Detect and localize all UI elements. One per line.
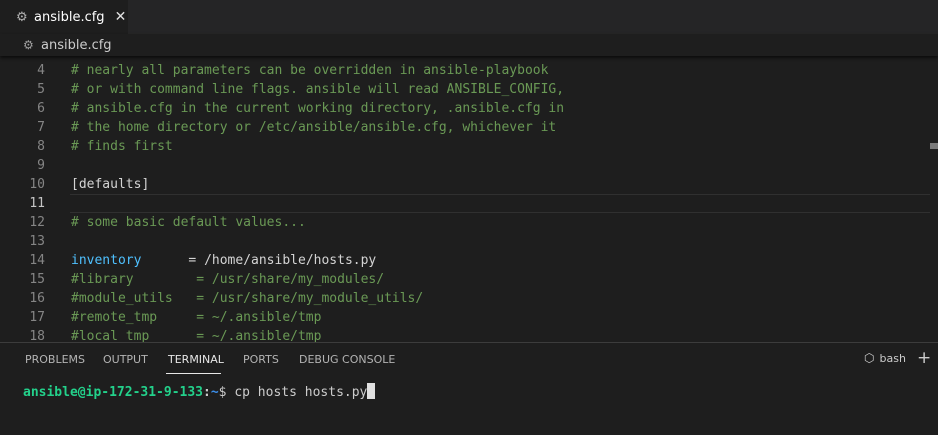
- code-line[interactable]: 9: [0, 156, 938, 175]
- code-line[interactable]: 7 # the home directory or /etc/ansible/an…: [0, 118, 938, 137]
- tab-ansible-cfg[interactable]: ⚙ ansible.cfg ✕: [0, 0, 128, 34]
- gear-icon: ⚙: [16, 9, 28, 25]
- line-code: [defaults]: [71, 175, 149, 194]
- tab-debug-console[interactable]: DEBUG CONSOLE: [299, 353, 395, 366]
- breadcrumb-file[interactable]: ansible.cfg: [41, 38, 112, 53]
- tab-bar: ⚙ ansible.cfg ✕: [0, 0, 938, 34]
- terminal-path: ~: [210, 385, 219, 400]
- line-code: #remote_tmp = ~/.ansible/tmp: [71, 308, 321, 327]
- line-code: # finds first: [71, 137, 173, 156]
- tab-problems[interactable]: PROBLEMS: [25, 353, 85, 366]
- code-line[interactable]: 15 #library = /usr/share/my_modules/: [0, 270, 938, 289]
- breadcrumb: ⚙ ansible.cfg: [0, 34, 938, 56]
- code-line[interactable]: 17 #remote_tmp = ~/.ansible/tmp: [0, 308, 938, 327]
- terminal-icon: ⬡: [864, 351, 875, 365]
- code-line[interactable]: 18 #local_tmp = ~/.ansible/tmp: [0, 327, 938, 342]
- terminal-prompt: $: [218, 385, 235, 400]
- line-code: # or with command line flags. ansible wi…: [71, 80, 564, 99]
- terminal-output[interactable]: ansible@ip-172-31-9-133:~$ cp hosts host…: [23, 383, 376, 401]
- code-token: #module_utils = /usr/share/my_module_uti…: [71, 291, 424, 306]
- tab-terminal[interactable]: TERMINAL: [168, 353, 224, 366]
- line-code: # nearly all parameters can be overridde…: [71, 61, 548, 80]
- code-line[interactable]: 6 # ansible.cfg in the current working di…: [0, 99, 938, 118]
- code-token: #library = /usr/share/my_modules/: [71, 272, 385, 287]
- line-number: 4: [37, 63, 45, 78]
- code-editor[interactable]: 4 # nearly all parameters can be overridd…: [0, 56, 938, 342]
- line-number: 7: [37, 120, 45, 135]
- line-number: 8: [37, 139, 45, 154]
- code-token: # some basic default values...: [71, 215, 306, 230]
- tab-output[interactable]: OUTPUT: [103, 353, 148, 366]
- code-line[interactable]: 5 # or with command line flags. ansible w…: [0, 80, 938, 99]
- line-number: 15: [29, 272, 45, 287]
- line-number: 5: [37, 82, 45, 97]
- code-line[interactable]: 8 # finds first: [0, 137, 938, 156]
- line-number: 6: [37, 101, 45, 116]
- code-line[interactable]: 4 # nearly all parameters can be overridd…: [0, 61, 938, 80]
- code-token: #local_tmp = ~/.ansible/tmp: [71, 329, 322, 342]
- code-token: # ansible.cfg in the current working dir…: [71, 101, 565, 116]
- code-line[interactable]: 10 [defaults]: [0, 175, 938, 194]
- line-code: # the home directory or /etc/ansible/ans…: [71, 118, 556, 137]
- code-token: # or with command line flags. ansible wi…: [71, 82, 565, 97]
- terminal-command: cp hosts hosts.py: [234, 385, 368, 400]
- line-number: 10: [29, 177, 45, 192]
- line-number: 14: [29, 253, 45, 268]
- line-code: #module_utils = /usr/share/my_module_uti…: [71, 289, 423, 308]
- code-line[interactable]: 12 # some basic default values...: [0, 213, 938, 232]
- code-line[interactable]: 13: [0, 232, 938, 251]
- close-icon[interactable]: ✕: [115, 9, 127, 25]
- line-number: 18: [29, 329, 45, 342]
- tab-title: ansible.cfg: [34, 9, 105, 25]
- line-number: 9: [37, 158, 45, 173]
- line-number: 16: [29, 291, 45, 306]
- active-tab-indicator: [166, 373, 221, 374]
- line-number: 17: [29, 310, 45, 325]
- terminal-cursor: [367, 383, 376, 399]
- shell-name: bash: [879, 351, 906, 365]
- gear-icon: ⚙: [23, 38, 34, 52]
- line-code: #local_tmp = ~/.ansible/tmp: [71, 327, 321, 342]
- bottom-panel: PROBLEMS OUTPUT TERMINAL PORTS DEBUG CON…: [0, 342, 938, 435]
- code-token: inventory: [71, 253, 142, 268]
- code-line[interactable]: 14 inventory = /home/ansible/hosts.py: [0, 251, 938, 270]
- terminal-selector[interactable]: ⬡ bash: [864, 351, 906, 365]
- panel-tabs: PROBLEMS OUTPUT TERMINAL PORTS DEBUG CON…: [0, 343, 938, 375]
- code-line[interactable]: 11: [0, 194, 938, 213]
- terminal-user: ansible@ip-172-31-9-133: [23, 385, 204, 400]
- plus-icon[interactable]: +: [917, 348, 931, 368]
- code-token: # nearly all parameters can be overridde…: [71, 63, 549, 78]
- line-number: 13: [29, 234, 45, 249]
- tab-ports[interactable]: PORTS: [243, 353, 279, 366]
- line-number: 12: [29, 215, 45, 230]
- code-line[interactable]: 16 #module_utils = /usr/share/my_module_u…: [0, 289, 938, 308]
- line-code: # some basic default values...: [71, 213, 306, 232]
- line-code: #library = /usr/share/my_modules/: [71, 270, 384, 289]
- line-code: inventory = /home/ansible/hosts.py: [71, 251, 376, 270]
- line-number: 11: [29, 196, 45, 211]
- code-token: = /home/ansible/hosts.py: [141, 253, 377, 268]
- code-token: #remote_tmp = ~/.ansible/tmp: [71, 310, 322, 325]
- terminal-separator: :: [203, 385, 211, 400]
- code-token: # finds first: [71, 139, 173, 154]
- code-token: # the home directory or /etc/ansible/ans…: [71, 120, 557, 135]
- line-code: # ansible.cfg in the current working dir…: [71, 99, 564, 118]
- code-token: [defaults]: [71, 177, 150, 192]
